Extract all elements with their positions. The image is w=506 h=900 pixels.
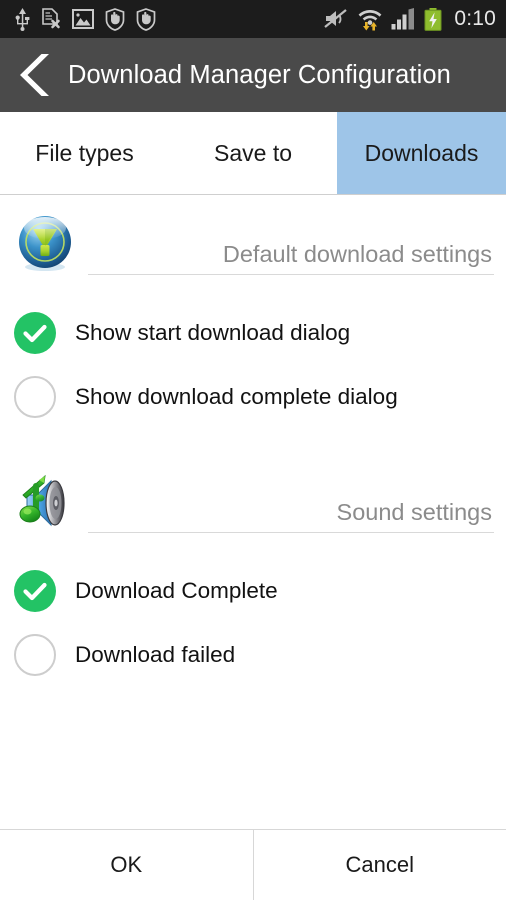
dialog-button-bar: OK Cancel: [0, 829, 506, 900]
app-root: 0:10 Download Manager Configuration File…: [0, 0, 506, 900]
section-header-default-download: Default download settings: [0, 207, 506, 281]
tab-bar: File types Save to Downloads: [0, 112, 506, 195]
status-bar-left-icons: [14, 7, 156, 31]
battery-charging-icon: [424, 7, 442, 31]
section-rule: Sound settings: [88, 471, 494, 533]
section-header-sound: Sound settings: [0, 465, 506, 539]
tab-downloads[interactable]: Downloads: [337, 112, 506, 194]
sound-speaker-note-icon: [14, 471, 76, 533]
mute-icon: [324, 9, 348, 28]
signal-bars-icon: [391, 8, 415, 30]
option-show-download-complete-dialog[interactable]: Show download complete dialog: [0, 365, 506, 429]
checkbox-checked-icon[interactable]: [14, 570, 56, 612]
checkbox-checked-icon[interactable]: [14, 312, 56, 354]
option-label: Download Complete: [75, 577, 278, 603]
cancel-button[interactable]: Cancel: [254, 830, 506, 900]
settings-content: Default download settings Show start dow…: [0, 195, 506, 829]
back-button[interactable]: [0, 38, 64, 112]
checkbox-unchecked-icon[interactable]: [14, 376, 56, 418]
ok-button[interactable]: OK: [0, 830, 253, 900]
document-error-icon: [42, 7, 60, 28]
option-label: Show start download dialog: [75, 319, 351, 345]
wifi-transfer-icon: [358, 9, 382, 30]
option-label: Download failed: [75, 641, 236, 667]
shield-hand-icon: [105, 7, 125, 31]
option-download-failed[interactable]: Download failed: [0, 623, 506, 687]
option-label: Show download complete dialog: [75, 383, 398, 409]
usb-icon: [15, 7, 30, 31]
page-title: Download Manager Configuration: [68, 60, 451, 89]
status-bar-clock: 0:10: [454, 7, 496, 30]
title-bar: Download Manager Configuration: [0, 38, 506, 112]
tab-file-types[interactable]: File types: [0, 112, 169, 194]
status-bar-right-icons: 0:10: [324, 7, 496, 31]
back-chevron-icon: [20, 54, 49, 96]
status-bar: 0:10: [0, 0, 506, 38]
download-orb-icon: [14, 213, 76, 275]
shield-hand-icon: [136, 7, 156, 31]
option-download-complete[interactable]: Download Complete: [0, 559, 506, 623]
image-icon: [72, 9, 94, 29]
tab-save-to[interactable]: Save to: [169, 112, 337, 194]
section-rule: Default download settings: [88, 213, 494, 275]
section-label-sound: Sound settings: [336, 499, 492, 526]
option-show-start-download-dialog[interactable]: Show start download dialog: [0, 301, 506, 365]
section-label-default-download: Default download settings: [222, 241, 492, 268]
checkbox-unchecked-icon[interactable]: [14, 634, 56, 676]
